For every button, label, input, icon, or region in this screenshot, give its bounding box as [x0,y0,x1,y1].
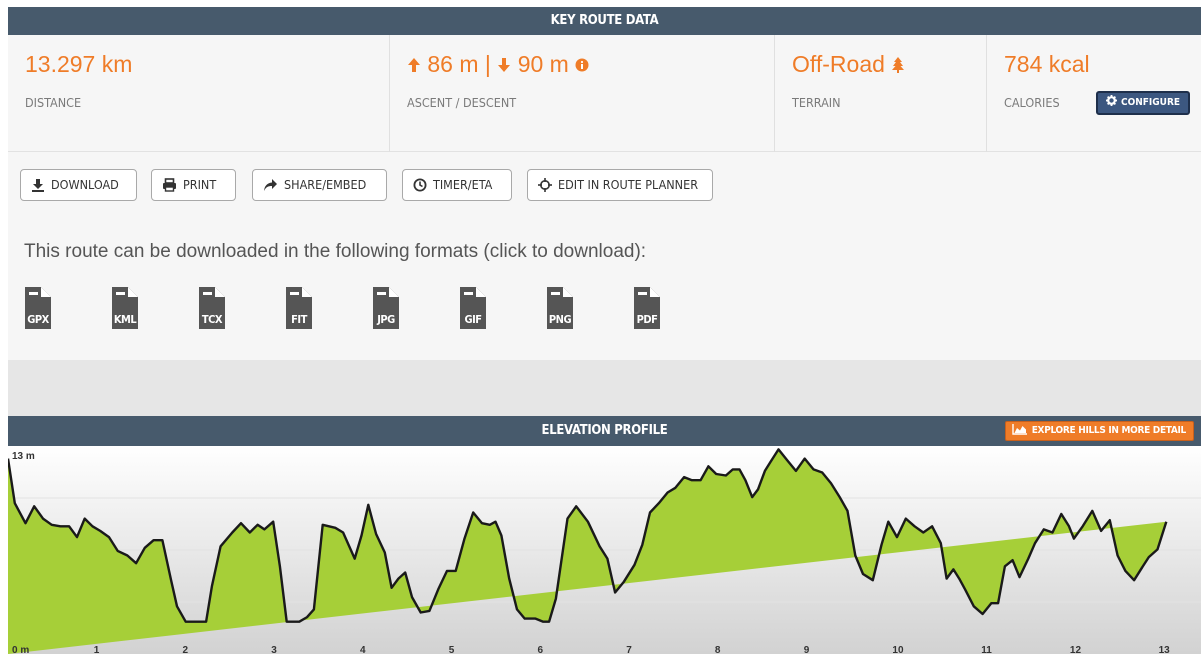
x-tick-label: 1 [94,645,100,654]
info-icon[interactable] [575,58,589,72]
terrain-text: Off-Road [792,51,885,77]
calories-label: CALORIES [1004,95,1060,110]
format-jpg-icon[interactable]: JPG [372,287,400,329]
format-label: GPX [27,313,49,326]
x-tick-label: 4 [360,645,366,654]
format-png-icon[interactable]: PNG [546,287,574,329]
format-label: KML [113,313,137,326]
x-tick-label: 5 [449,645,455,654]
ascent-descent-separator: | [484,51,491,77]
x-tick-label: 7 [626,645,632,654]
stat-distance: 13.297 km DISTANCE [8,35,390,152]
clock-icon [413,178,427,192]
print-button[interactable]: PRINT [151,169,236,201]
format-label: PDF [636,313,658,326]
format-label: FIT [291,313,307,326]
x-tick-label: 0 m [12,645,29,654]
formats-note: This route can be downloaded in the foll… [24,241,647,262]
download-icon [32,179,44,192]
descent-value: 90 m [517,51,569,77]
format-gif-icon[interactable]: GIF [459,287,487,329]
calories-value: 784 kcal [1004,51,1090,77]
stat-ascent-descent: 86 m | 90 m ASCENT / DESCENT [390,35,775,152]
x-tick-label: 13 [1159,645,1171,654]
crosshairs-icon [538,178,552,192]
format-label: GIF [464,313,482,326]
elevation-chart-svg: 13 m0 m 1 2 3 4 5 6 7 8 9 10 11 12 13 [6,446,1201,654]
timer-label: TIMER/ETA [433,177,493,192]
stats-row: 13.297 km DISTANCE 86 m | 90 m ASCENT / … [8,35,1201,152]
format-label: PNG [548,313,572,326]
arrow-down-icon [498,58,511,72]
configure-button[interactable]: CONFIGURE [1096,91,1191,115]
x-tick-label: 11 [981,645,992,654]
distance-label: DISTANCE [25,95,82,110]
gear-icon [1106,95,1117,106]
explore-hills-label: EXPLORE HILLS IN MORE DETAIL [1031,425,1187,436]
ascent-descent-label: ASCENT / DESCENT [407,95,517,110]
tree-icon [892,57,905,73]
edit-label: EDIT IN ROUTE PLANNER [558,177,699,192]
elevation-profile-header: ELEVATION PROFILE EXPLORE HILLS IN MORE … [8,416,1201,446]
format-pdf-icon[interactable]: PDF [633,287,661,329]
y-axis-max-label: 13 m [12,451,35,462]
configure-label: CONFIGURE [1121,97,1181,108]
edit-route-planner-button[interactable]: EDIT IN ROUTE PLANNER [527,169,713,201]
terrain-label: TERRAIN [792,95,841,110]
x-tick-label: 3 [271,645,277,654]
spacer-strip [8,360,1201,416]
key-route-data-title: KEY ROUTE DATA [550,13,659,28]
download-button[interactable]: DOWNLOAD [20,169,137,201]
format-label: JPG [377,313,395,326]
arrow-up-icon [408,58,420,72]
explore-hills-button[interactable]: EXPLORE HILLS IN MORE DETAIL [1004,421,1194,441]
x-tick-label: 6 [538,645,544,654]
share-icon [264,179,277,191]
key-route-panel: 13.297 km DISTANCE 86 m | 90 m ASCENT / … [8,35,1201,360]
format-fit-icon[interactable]: FIT [285,287,313,329]
print-icon [163,178,176,192]
format-gpx-icon[interactable]: GPX [24,287,52,329]
stat-calories: 784 kcal CALORIES CONFIGURE [987,35,1201,152]
area-chart-icon [1012,424,1027,435]
stat-terrain: Off-Road TERRAIN [775,35,987,152]
x-tick-label: 2 [183,645,189,654]
print-label: PRINT [183,177,217,192]
key-route-data-header: KEY ROUTE DATA [8,7,1201,35]
timer-eta-button[interactable]: TIMER/ETA [402,169,512,201]
x-tick-label: 12 [1070,645,1082,654]
format-kml-icon[interactable]: KML [111,287,139,329]
x-tick-label: 8 [715,645,721,654]
x-tick-label: 9 [804,645,810,654]
distance-value: 13.297 km [25,51,133,77]
format-label: TCX [201,313,223,326]
format-tcx-icon[interactable]: TCX [198,287,226,329]
ascent-descent-value: 86 m | 90 m [407,51,589,78]
ascent-value: 86 m [427,51,479,77]
share-embed-button[interactable]: SHARE/EMBED [252,169,387,201]
x-tick-label: 10 [892,645,904,654]
terrain-value: Off-Road [792,51,905,78]
download-label: DOWNLOAD [51,177,119,192]
share-label: SHARE/EMBED [284,177,367,192]
elevation-profile-title: ELEVATION PROFILE [541,423,668,438]
elevation-chart: 13 m0 m 1 2 3 4 5 6 7 8 9 10 11 12 13 [6,446,1201,654]
